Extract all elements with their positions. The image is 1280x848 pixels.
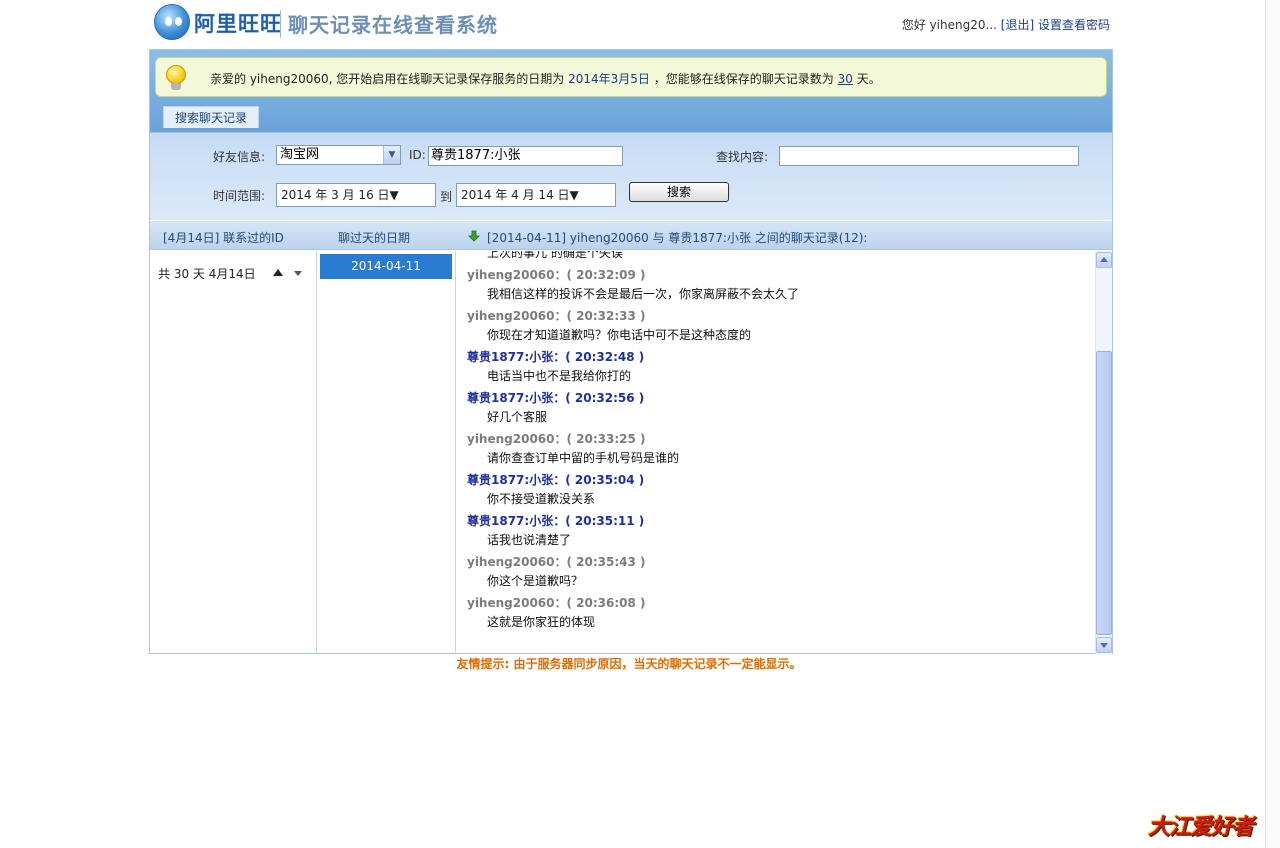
chat-title: [2014-04-11] yiheng20060 与 尊贵1877:小张 之间的… (487, 231, 868, 245)
main-frame: 亲爱的 yiheng20060, 您开始启用在线聊天记录保存服务的日期为 201… (149, 49, 1113, 654)
green-down-arrow-icon (468, 230, 480, 242)
chat-dates-header: 聊过天的日期 (338, 231, 411, 245)
page-title: 聊天记录在线查看系统 (288, 13, 498, 37)
scroll-up-icon[interactable] (1096, 252, 1112, 268)
footer-tip: 友情提示: 由于服务器同步原因，当天的聊天记录不一定能显示。 (456, 657, 802, 671)
header-divider (280, 10, 281, 38)
message-sender: yiheng20060： (467, 268, 567, 282)
message-time: ( 20:36:08 ) (566, 596, 646, 610)
message-text: 你不接受道歉没关系 (487, 492, 596, 506)
time-range-label: 时间范围: (213, 189, 266, 203)
friend-select-value: 淘宝网 (280, 147, 320, 162)
message-sender: 尊贵1877:小张： (467, 391, 566, 405)
to-label: 到 (440, 190, 453, 204)
chat-scrollbar[interactable] (1095, 251, 1112, 654)
message-text: 我相信这样的投诉不会是最后一次，你家离屏蔽不会太久了 (487, 287, 800, 301)
user-area: 您好 yiheng20... [退出] 设置查看密码 (902, 16, 1110, 33)
content-input[interactable] (779, 146, 1079, 166)
message-sender: 尊贵1877:小张： (467, 514, 566, 528)
message-sender: 尊贵1877:小张： (467, 350, 566, 364)
greeting: 您好 yiheng20... (901, 18, 997, 32)
watermark-logo: 大江爱好者 (1148, 803, 1272, 843)
logout-link[interactable]: [退出] (1001, 18, 1034, 32)
notice-middle: ，您能够在线保存的聊天记录数为 (653, 72, 834, 86)
lightbulb-icon (164, 65, 188, 91)
chat-log: 上次的事儿 的确是个失误 yiheng20060：( 20:32:09 ) 我相信这… (457, 251, 1112, 654)
contacted-ids-header: [4月14日] 联系过的ID (163, 231, 284, 245)
notice-start-date: 2014年3月5日 (568, 72, 650, 86)
message-text: 你这个是道歉吗？ (487, 574, 584, 588)
sort-down-icon[interactable] (294, 271, 302, 276)
sort-up-icon[interactable] (273, 269, 283, 276)
message-text: 这就是你家狂的体现 (487, 615, 596, 629)
friend-label: 好友信息: (213, 150, 266, 164)
scroll-down-icon[interactable] (1096, 637, 1112, 653)
notice-bar: 亲爱的 yiheng20060, 您开始启用在线聊天记录保存服务的日期为 201… (155, 57, 1107, 97)
tab-search-chat[interactable]: 搜索聊天记录 (163, 106, 259, 128)
message-time: ( 20:32:33 ) (566, 309, 646, 323)
message-time: ( 20:35:43 ) (566, 555, 646, 569)
message-header: yiheng20060：( 20:35:43 ) (467, 553, 1097, 572)
message-header: yiheng20060：( 20:36:08 ) (467, 594, 1097, 613)
from-date-picker[interactable]: 2014 年 3 月 16 日▼ (276, 183, 436, 207)
notice-prefix: 亲爱的 yiheng20060, 您开始启用在线聊天记录保存服务的日期为 (210, 72, 565, 86)
notice-suffix: 天。 (856, 72, 881, 86)
message-sender: yiheng20060： (467, 596, 567, 610)
id-input[interactable]: 尊贵1877:小张 (428, 146, 623, 166)
message-text: 电话当中也不是我给你打的 (487, 369, 632, 383)
content-label: 查找内容: (716, 150, 769, 164)
notice-count: 30 (837, 72, 853, 86)
set-password-link[interactable]: 设置查看密码 (1038, 18, 1110, 32)
contacted-ids-column: 共 30 天 4月14日 (150, 251, 317, 654)
notice-text: 亲爱的 yiheng20060, 您开始启用在线聊天记录保存服务的日期为 201… (210, 70, 881, 87)
message-sender: yiheng20060： (467, 432, 567, 446)
page-scrollbar[interactable] (1265, 0, 1280, 848)
watermark-text: 大江爱好者 (1148, 815, 1254, 840)
message-time: ( 20:32:09 ) (566, 268, 646, 282)
message-sender: yiheng20060： (467, 309, 567, 323)
search-panel: 好友信息: 淘宝网 ▼ ID: 尊贵1877:小张 查找内容: 时间范围: 20… (150, 132, 1112, 220)
scrollbar-thumb[interactable] (1096, 351, 1112, 635)
message-time: ( 20:35:11 ) (565, 514, 645, 528)
aliwangwang-logo-icon (154, 4, 190, 40)
top-band: 亲爱的 yiheng20060, 您开始启用在线聊天记录保存服务的日期为 201… (150, 50, 1112, 132)
chevron-down-icon[interactable]: ▼ (383, 146, 400, 164)
message-header: yiheng20060：( 20:33:25 ) (467, 430, 1097, 449)
message-time: ( 20:35:04 ) (565, 473, 645, 487)
message-header: 尊贵1877:小张：( 20:35:11 ) (467, 512, 1097, 531)
message-header: 尊贵1877:小张：( 20:32:56 ) (467, 389, 1097, 408)
message-text: 话我也说清楚了 (487, 533, 572, 547)
app-header: 阿里旺旺 聊天记录在线查看系统 您好 yiheng20... [退出] 设置查看… (150, 0, 1112, 48)
date-item-selected[interactable]: 2014-04-11 (320, 254, 452, 279)
message-header: 尊贵1877:小张：( 20:32:48 ) (467, 348, 1097, 367)
message-header: yiheng20060：( 20:32:09 ) (467, 266, 1097, 285)
to-date-picker[interactable]: 2014 年 4 月 14 日▼ (456, 183, 616, 207)
message-time: ( 20:32:48 ) (565, 350, 645, 364)
days-summary: 共 30 天 4月14日 (158, 267, 256, 281)
message-time: ( 20:32:56 ) (565, 391, 645, 405)
message-text: 好几个客服 (487, 410, 548, 424)
brand-name: 阿里旺旺 (194, 12, 282, 36)
id-label: ID: (409, 148, 426, 162)
message-text: 你现在才知道道歉吗？你电话中可不是这种态度的 (487, 328, 752, 342)
message-header: 尊贵1877:小张：( 20:35:04 ) (467, 471, 1097, 490)
message-text: 上次的事儿 的确是个失误 (487, 251, 623, 260)
search-button[interactable]: 搜索 (629, 182, 729, 202)
message-text: 请你查查订单中留的手机号码是谁的 (487, 451, 680, 465)
message-sender: yiheng20060： (467, 555, 567, 569)
friend-select[interactable]: 淘宝网 ▼ (276, 145, 401, 165)
message-header: yiheng20060：( 20:32:33 ) (467, 307, 1097, 326)
message-time: ( 20:33:25 ) (566, 432, 646, 446)
chat-dates-column: 2014-04-11 (318, 251, 456, 654)
chat-messages: 上次的事儿 的确是个失误 yiheng20060：( 20:32:09 ) 我相信这… (467, 251, 1097, 632)
message-sender: 尊贵1877:小张： (467, 473, 566, 487)
column-header-bar: [4月14日] 联系过的ID 聊过天的日期 [2014-04-11] yihen… (150, 220, 1112, 250)
